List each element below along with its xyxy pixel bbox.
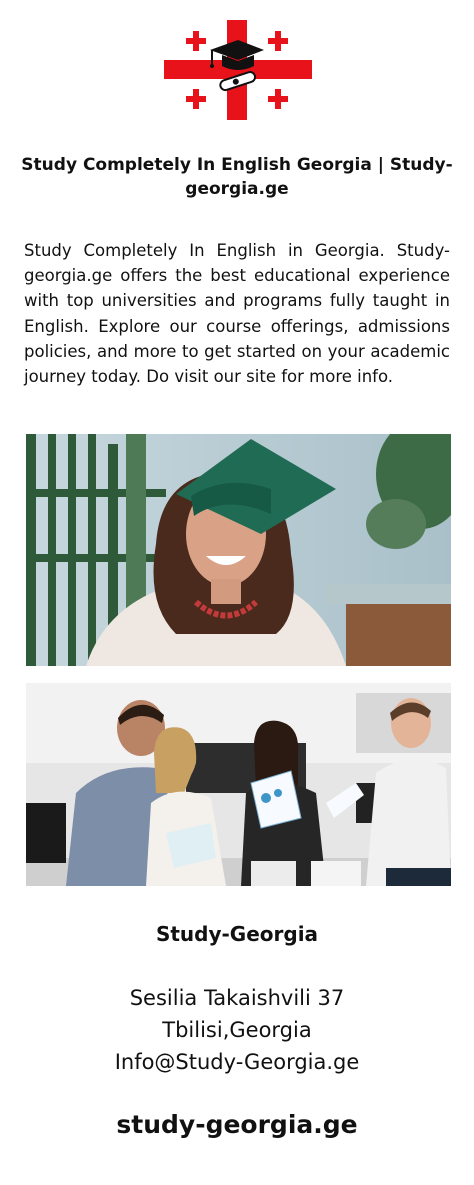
address-street: Sesilia Takaishvili 37	[129, 986, 345, 1010]
address-city: Tbilisi,Georgia	[162, 1018, 312, 1042]
address-block: Sesilia Takaishvili 37 Tbilisi,Georgia I…	[0, 982, 474, 1078]
page-title: Study Completely In English Georgia | St…	[21, 155, 453, 199]
contact-email[interactable]: Info@Study-Georgia.ge	[0, 1046, 474, 1078]
website-link[interactable]: study-georgia.ge	[0, 1110, 474, 1139]
description-paragraph: Study Completely In English in Georgia. …	[24, 241, 450, 387]
office-team-photo-icon	[26, 683, 451, 886]
georgian-cross-logo-icon	[164, 20, 312, 120]
graduate-photo-icon	[26, 434, 451, 666]
company-name: Study-Georgia	[155, 922, 319, 946]
